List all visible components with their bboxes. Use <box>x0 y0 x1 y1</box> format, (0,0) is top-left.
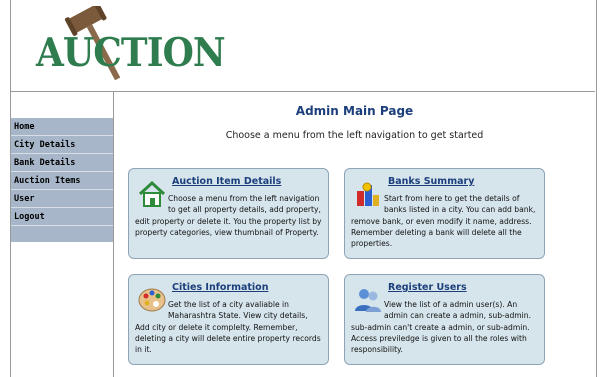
sidebar-nav: Home City Details Bank Details Auction I… <box>11 118 113 242</box>
page-subtitle: Choose a menu from the left navigation t… <box>225 130 484 141</box>
nav-bank-details[interactable]: Bank Details <box>11 154 113 172</box>
nav-footer-block <box>11 226 113 242</box>
card-title-cities-information[interactable]: Cities Information <box>172 282 268 293</box>
nav-logout[interactable]: Logout <box>11 208 113 226</box>
card-title-auction-item-details[interactable]: Auction Item Details <box>172 176 281 187</box>
card-banks-summary: Banks Summary Start from here to get the… <box>344 168 545 259</box>
nav-home[interactable]: Home <box>11 118 113 136</box>
page-title: Admin Main Page <box>295 104 414 118</box>
logo-text: AUCTION <box>36 30 226 76</box>
card-title-banks-summary[interactable]: Banks Summary <box>388 176 474 187</box>
nav-auction-items[interactable]: Auction Items <box>11 172 113 190</box>
card-body-banks-summary: Start from here to get the details of ba… <box>351 193 540 249</box>
header: AUCTION <box>10 0 595 92</box>
card-body-register-users: View the list of a admin user(s). An adm… <box>351 299 540 355</box>
nav-user[interactable]: User <box>11 190 113 208</box>
card-body-auction-item-details: Choose a menu from the left navigation t… <box>135 193 324 238</box>
card-cities-information: Cities Information Get the list of a cit… <box>128 274 329 365</box>
auction-logo[interactable]: AUCTION <box>36 6 226 88</box>
card-auction-item-details: Auction Item Details Choose a menu from … <box>128 168 329 259</box>
nav-city-details[interactable]: City Details <box>11 136 113 154</box>
card-body-cities-information: Get the list of a city avaliable in Maha… <box>135 299 324 355</box>
card-register-users: Register Users View the list of a admin … <box>344 274 545 365</box>
card-title-register-users[interactable]: Register Users <box>388 282 467 293</box>
